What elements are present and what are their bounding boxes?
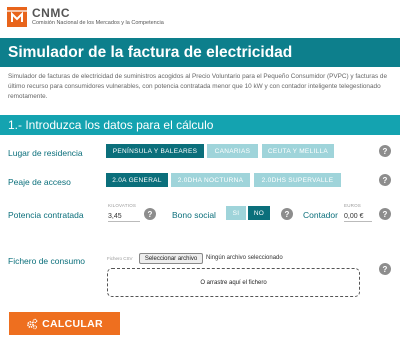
power-input[interactable]: 3,45 xyxy=(108,213,140,222)
section-title: 1.- Introduzca los datos para el cálculo xyxy=(8,118,214,132)
meter-unit: EUROS xyxy=(344,203,362,208)
social-no-button[interactable]: NO xyxy=(248,206,270,220)
residence-help-icon[interactable]: ? xyxy=(379,145,391,157)
residence-label: Lugar de residencia xyxy=(8,148,83,158)
no-file-text: Ningún archivo seleccionado xyxy=(206,255,283,261)
dropzone-text: O arrastre aquí el fichero xyxy=(200,279,267,286)
intro-text: Simulador de facturas de electricidad de… xyxy=(8,73,388,100)
consumption-help-icon[interactable]: ? xyxy=(379,263,391,275)
brand-subtitle: Comisión Nacional de los Mercados y la C… xyxy=(32,20,164,26)
social-yes-button[interactable]: SI xyxy=(226,206,246,220)
file-caption: Fichero CSV xyxy=(107,256,133,261)
social-label: Bono social xyxy=(172,210,216,220)
file-dropzone[interactable]: O arrastre aquí el fichero xyxy=(107,268,360,297)
gears-icon xyxy=(27,318,38,329)
cnmc-logo-icon xyxy=(7,7,27,27)
tariff-option-general[interactable]: 2.0A GENERAL xyxy=(106,173,168,187)
power-label: Potencia contratada xyxy=(8,210,84,220)
calculate-button[interactable]: CALCULAR xyxy=(9,312,120,335)
meter-label: Contador xyxy=(303,210,338,220)
tariff-option-nocturna[interactable]: 2.0DHA NOCTURNA xyxy=(171,173,250,187)
page-title: Simulador de la factura de electricidad xyxy=(8,43,293,61)
section-header: 1.- Introduzca los datos para el cálculo xyxy=(0,115,400,135)
residence-option-canarias[interactable]: CANARIAS xyxy=(207,144,258,158)
title-banner: Simulador de la factura de electricidad xyxy=(0,38,400,67)
meter-input[interactable]: 0,00 € xyxy=(344,213,372,222)
meter-help-icon[interactable]: ? xyxy=(379,208,391,220)
header: CNMC Comisión Nacional de los Mercados y… xyxy=(0,0,400,34)
consumption-label: Fichero de consumo xyxy=(8,256,86,266)
social-help-icon[interactable]: ? xyxy=(281,208,293,220)
tariff-help-icon[interactable]: ? xyxy=(379,174,391,186)
residence-option-peninsula[interactable]: PENÍNSULA Y BALEARES xyxy=(106,144,204,158)
choose-file-button[interactable]: Seleccionar archivo xyxy=(139,253,203,264)
logo-text: CNMC Comisión Nacional de los Mercados y… xyxy=(32,7,164,27)
residence-option-ceuta-melilla[interactable]: CEUTA Y MELILLA xyxy=(262,144,334,158)
power-help-icon[interactable]: ? xyxy=(144,208,156,220)
tariff-option-supervalle[interactable]: 2.0DHS SUPERVALLE xyxy=(254,173,341,187)
tariff-label: Peaje de acceso xyxy=(8,177,71,187)
power-unit: KILOVATIOS xyxy=(108,203,137,208)
cnmc-logo[interactable]: CNMC Comisión Nacional de los Mercados y… xyxy=(6,6,164,28)
brand-name: CNMC xyxy=(32,6,70,20)
calculate-label: CALCULAR xyxy=(42,317,103,330)
